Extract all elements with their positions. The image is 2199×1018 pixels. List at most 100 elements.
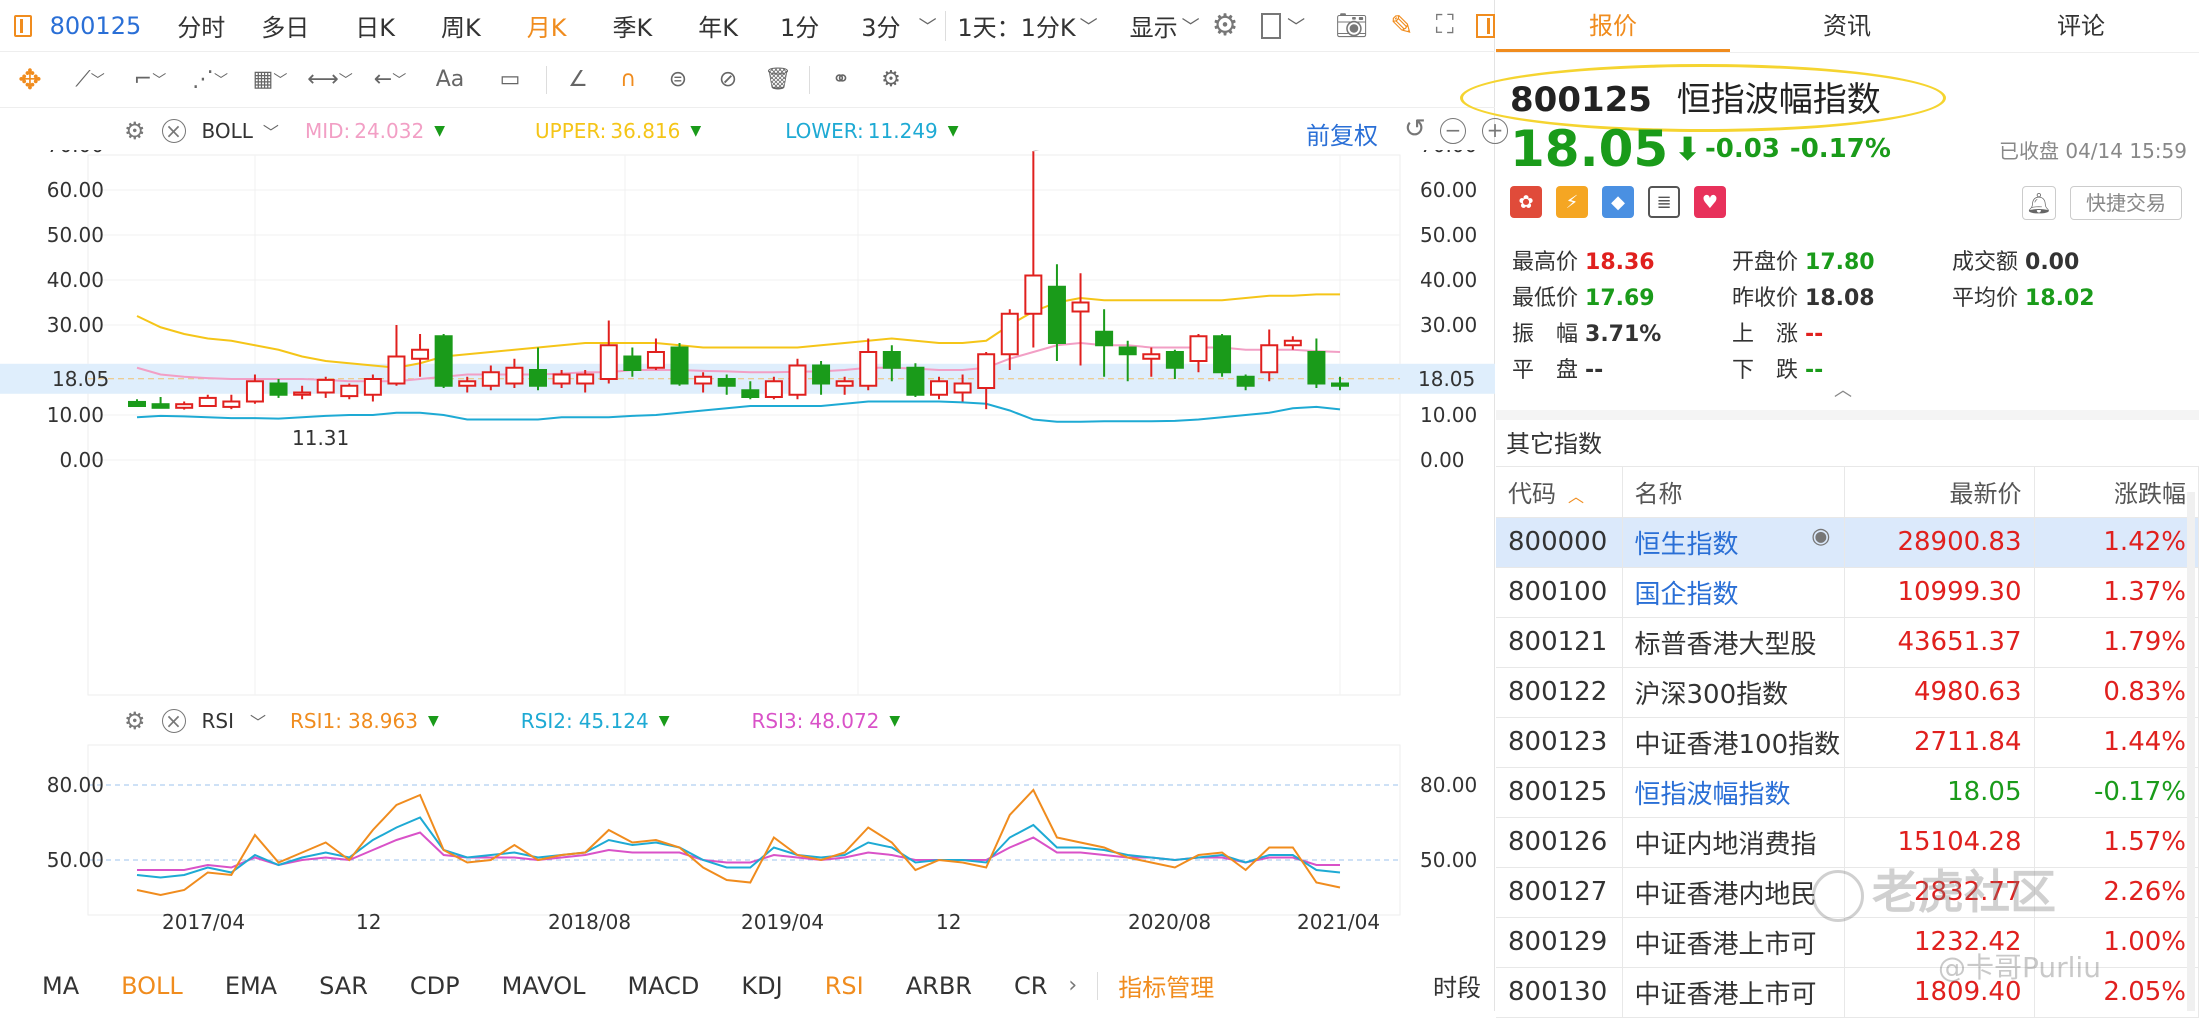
header-change[interactable]: 涨跌幅 [2034, 467, 2199, 518]
indicator-tab-rsi[interactable]: RSI [804, 972, 885, 1000]
indicator-tab-arbr[interactable]: ARBR [885, 972, 993, 1000]
tag-icon[interactable]: ◆ [1602, 186, 1634, 218]
chevron-down-icon[interactable]: ﹀ [1182, 13, 1200, 39]
bell-icon[interactable]: 🔔︎ [2022, 186, 2056, 220]
scrollbar[interactable] [2187, 492, 2195, 1011]
header-code[interactable]: 代码 ︿ [1496, 467, 1623, 518]
table-row[interactable]: 800121 标普香港大型股 43651.37 1.79% [1496, 617, 2199, 668]
table-row[interactable]: 800100 国企指数 10999.30 1.37% [1496, 567, 2199, 618]
document-icon[interactable]: ≣ [1648, 186, 1680, 218]
chevron-down-icon[interactable]: ﹀ [250, 709, 266, 733]
period-tab-8[interactable]: 3分 [837, 8, 918, 43]
interval-select[interactable]: 1天：1分K [953, 8, 1079, 43]
comment-tool-icon[interactable]: ▭ [480, 60, 540, 100]
period-tab-6[interactable]: 年K [670, 8, 756, 43]
indicator-tab-cdp[interactable]: CDP [389, 972, 481, 1000]
indicator-tab-macd[interactable]: MACD [606, 972, 720, 1000]
boll-upper-label: UPPER: [535, 119, 607, 143]
angle-tool-icon[interactable]: ∠ [553, 60, 603, 100]
hide-icon[interactable]: ⊘ [703, 60, 753, 100]
text-tool-icon[interactable]: Aa [420, 60, 480, 100]
header-price[interactable]: 最新价 [1844, 467, 2035, 518]
stock-code[interactable]: 800125 [32, 12, 160, 40]
table-row[interactable]: 800125 恒指波幅指数 18.05 -0.17% [1496, 767, 2199, 818]
tab-news[interactable]: 资讯 [1730, 0, 1964, 52]
caret-down-icon[interactable]: ▼ [434, 123, 445, 139]
indicator-tab-ema[interactable]: EMA [204, 972, 298, 1000]
indicator-tab-mavol[interactable]: MAVOL [481, 972, 607, 1000]
period-tab-0[interactable]: 分时 [159, 8, 243, 43]
indicator-manage-button[interactable]: 指标管理 [1118, 968, 1214, 1003]
arrow-tool-icon[interactable]: ← ﹀ [360, 60, 420, 100]
period-tab-4[interactable]: 月K [499, 8, 585, 43]
indicator-tab-cr[interactable]: CR [993, 972, 1068, 1000]
fib-tool-icon[interactable]: ▦ ﹀ [240, 60, 300, 100]
table-row[interactable]: 800123 中证香港100指数 2711.84 1.44% [1496, 717, 2199, 768]
hk-flag-icon[interactable]: ✿ [1510, 186, 1542, 218]
sort-asc-icon[interactable]: ︿ [1568, 487, 1584, 506]
gear-icon[interactable]: ⚙ [1212, 8, 1239, 43]
range-tool-icon[interactable]: ⟷ ﹀ [300, 60, 360, 100]
close-icon[interactable]: × [161, 709, 186, 733]
indicator-name[interactable]: BOLL [202, 119, 253, 143]
table-row[interactable]: 800122 沪深300指数 4980.63 0.83% [1496, 667, 2199, 718]
gear-icon[interactable]: ⚙ [124, 707, 146, 735]
eye-icon[interactable]: ◉ [1811, 524, 1830, 549]
chevron-down-icon[interactable]: ﹀ [1080, 13, 1098, 39]
wave-tool-icon[interactable]: ⋰ ﹀ [180, 60, 240, 100]
candle-body [1283, 339, 1302, 347]
row-name: 中证香港上市可 [1622, 917, 1845, 968]
quick-trade-button[interactable]: 快捷交易 [2070, 186, 2182, 220]
fullscreen-icon[interactable]: ⛶ [1436, 10, 1454, 41]
chevron-down-icon[interactable]: ﹀ [919, 13, 937, 39]
close-icon[interactable]: × [161, 119, 186, 143]
tab-quote[interactable]: 报价 [1496, 0, 1730, 52]
period-label[interactable]: 时段 [1433, 968, 1481, 1003]
period-tab-3[interactable]: 周K [413, 8, 499, 43]
trash-icon[interactable]: 🗑︎ [753, 60, 803, 100]
lock-sync-icon[interactable]: ⊜ [653, 60, 703, 100]
square-icon[interactable] [1260, 12, 1282, 39]
chevron-right-icon[interactable]: › [1068, 973, 1077, 998]
tab-comments[interactable]: 评论 [1964, 0, 2198, 52]
indicator-tab-sar[interactable]: SAR [298, 972, 389, 1000]
indicator-tab-kdj[interactable]: KDJ [720, 972, 803, 1000]
header-name[interactable]: 名称 [1622, 467, 1845, 518]
line-tool-icon[interactable]: ⟋ ﹀ [60, 60, 120, 100]
candle-body [1000, 312, 1019, 356]
sidebar-toggle-icon[interactable] [14, 14, 32, 37]
polyline-tool-icon[interactable]: ⌐ ﹀ [120, 60, 180, 100]
indicator-tab-boll[interactable]: BOLL [100, 972, 204, 1000]
period-tab-5[interactable]: 季K [585, 8, 671, 43]
candlestick-chart[interactable]: 70.00 70.00 60.00 60.00 50.00 50.00 40.00 40.00… [0, 150, 1495, 700]
caret-down-icon[interactable]: ▼ [659, 713, 670, 729]
collapse-icon[interactable]: ︿ [1834, 376, 1852, 402]
gear-icon[interactable]: ⚙ [124, 117, 146, 145]
period-tab-1[interactable]: 多日 [243, 8, 327, 43]
link-icon[interactable]: ⚭ [816, 60, 866, 100]
caret-down-icon[interactable]: ▼ [889, 713, 900, 729]
heart-icon[interactable]: ♥ [1694, 186, 1726, 218]
rsi-chart[interactable]: 80.00 80.00 50.00 50.00 [0, 740, 1495, 920]
indicator-name[interactable]: RSI [202, 709, 235, 733]
period-tab-7[interactable]: 1分 [756, 8, 837, 43]
chevron-down-icon[interactable]: ﹀ [1287, 13, 1305, 39]
panel-toggle-icon[interactable] [1475, 13, 1495, 38]
zoom-out-icon[interactable]: − [1440, 118, 1466, 144]
table-row[interactable]: 800000 恒生指数 ◉ 28900.83 1.42% [1496, 517, 2199, 568]
adjust-mode[interactable]: 前复权 [1306, 116, 1378, 151]
display-menu[interactable]: 显示 [1126, 8, 1182, 43]
caret-down-icon[interactable]: ▼ [690, 123, 701, 139]
gear-icon[interactable]: ⚙ [866, 60, 916, 100]
caret-down-icon[interactable]: ▼ [948, 123, 959, 139]
caret-down-icon[interactable]: ▼ [428, 713, 439, 729]
period-tab-2[interactable]: 日K [327, 8, 413, 43]
undo-icon[interactable]: ↺ [1404, 114, 1426, 144]
pencil-icon[interactable]: ✎ [1390, 9, 1413, 42]
move-icon[interactable]: ✥ [0, 60, 60, 100]
chevron-down-icon[interactable]: ﹀ [263, 119, 279, 143]
lightning-icon[interactable]: ⚡ [1556, 186, 1588, 218]
camera-icon[interactable]: 📷︎ [1335, 11, 1368, 41]
magnet-icon[interactable]: ∩ [603, 60, 653, 100]
indicator-tab-ma[interactable]: MA [0, 972, 100, 1000]
